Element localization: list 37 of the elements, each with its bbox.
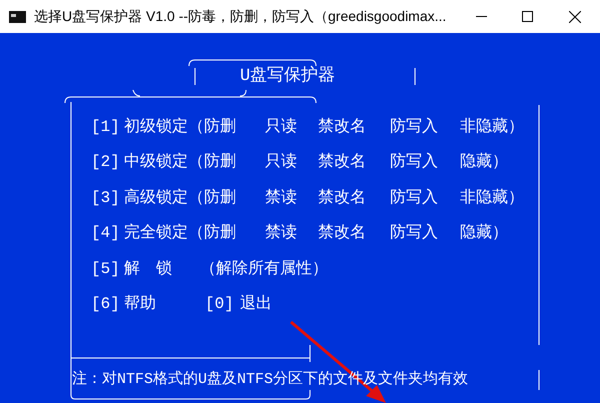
- menu-option: 完全锁定（防删: [124, 225, 265, 242]
- console-icon: [9, 10, 26, 22]
- menu-option: 中级锁定（防删: [124, 154, 265, 170]
- maximize-icon: [522, 11, 532, 22]
- menu-key: [3]: [91, 190, 124, 206]
- menu-key: [4]: [91, 225, 124, 242]
- close-icon: [569, 10, 581, 22]
- option-attribute: 禁改名: [318, 225, 367, 242]
- option-attribute: 非隐藏）: [460, 118, 524, 135]
- menu-key: [6]: [91, 296, 124, 312]
- option-attribute: 禁读: [265, 190, 298, 206]
- option-attribute: 隐藏）: [460, 154, 508, 170]
- option-attribute: 只读: [265, 154, 298, 170]
- minimize-icon: [476, 16, 486, 17]
- option-attribute: 禁改名: [318, 190, 367, 206]
- option-attribute: 禁读: [265, 225, 298, 242]
- menu-key: [0]: [205, 296, 240, 312]
- program-heading: U盘写保护器: [240, 68, 336, 85]
- menu-option: 初级锁定（防删: [124, 118, 265, 135]
- menu-key: [1]: [91, 118, 124, 135]
- option-attribute: 非隐藏）: [460, 190, 524, 206]
- option-attribute: 防写入: [390, 118, 439, 135]
- menu-option: 高级锁定（防删: [124, 190, 265, 206]
- option-attribute: 防写入: [390, 154, 439, 170]
- option-description: （解除所有属性）: [200, 260, 328, 277]
- option-attribute: 隐藏）: [460, 225, 508, 242]
- option-attribute: 防写入: [390, 225, 439, 242]
- window-title: 选择U盘写保护器 V1.0 --防毒，防删，防写入（greedisgoodimax...: [34, 7, 446, 26]
- menu-option: 退出: [240, 296, 272, 312]
- menu-key: [2]: [91, 154, 124, 170]
- menu-option: 解 锁: [124, 260, 200, 277]
- option-attribute: 禁改名: [318, 154, 367, 170]
- menu-option: 帮助: [124, 296, 205, 312]
- menu-key: [5]: [91, 260, 124, 277]
- option-attribute: 只读: [265, 118, 298, 135]
- option-attribute: 禁改名: [318, 118, 367, 135]
- option-attribute: 防写入: [390, 190, 439, 206]
